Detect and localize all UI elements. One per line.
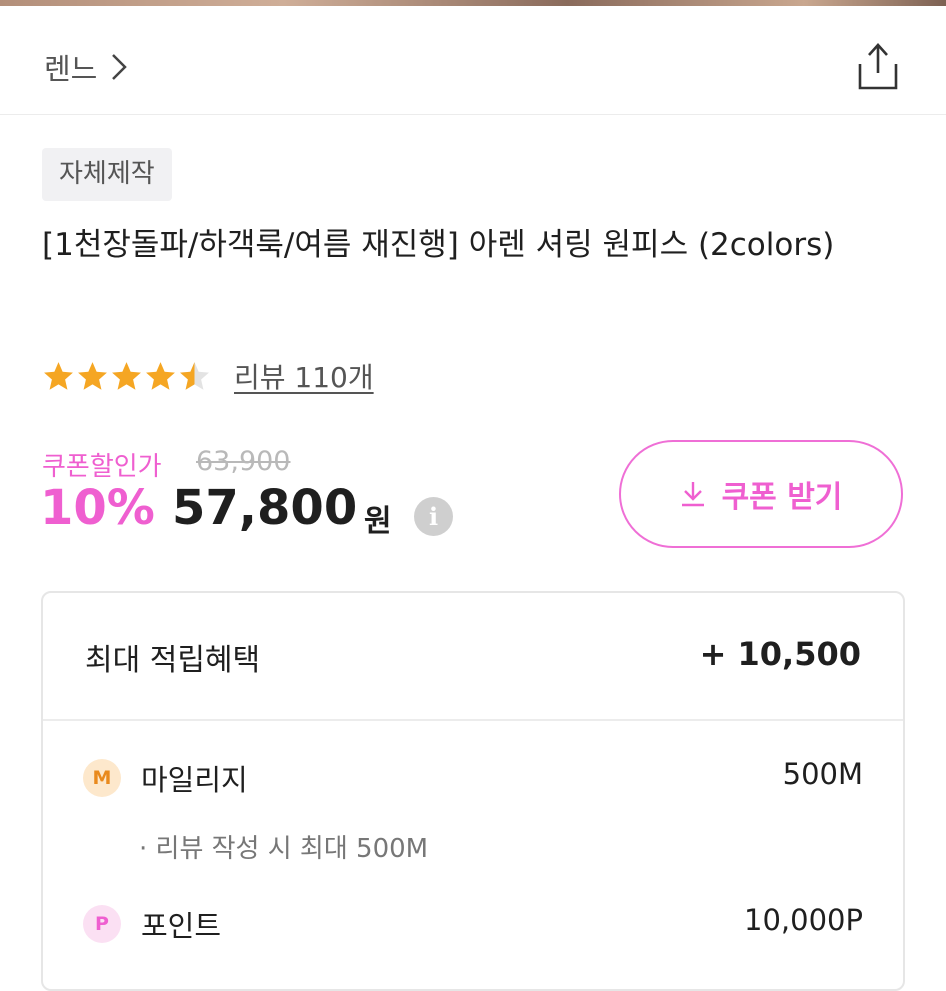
download-coupon-button[interactable]: 쿠폰 받기 [619,440,903,548]
point-value: 10,000P [744,903,863,937]
star-icon [112,361,141,390]
mileage-badge-icon: M [83,759,121,797]
mileage-label: 마일리지 [141,763,248,797]
rewards-card: 최대 적립혜택 + 10,500 M 마일리지 500M · 리뷰 작성 시 최… [41,591,905,991]
mileage-note: · 리뷰 작성 시 최대 500M [139,828,428,865]
half-star-icon [180,361,209,390]
mileage-note-text: 리뷰 작성 시 최대 500M [155,834,429,864]
chevron-right-icon [112,54,128,80]
currency-unit: 원 [364,504,392,539]
final-price: 57,800 [172,480,358,536]
info-icon[interactable]: i [414,497,453,536]
brand-link[interactable]: 렌느 [44,46,128,88]
coupon-button-label: 쿠폰 받기 [721,480,843,515]
discount-rate: 10% [40,480,155,536]
rewards-header: 최대 적립혜택 + 10,500 [43,593,903,721]
rewards-total: + 10,500 [699,635,861,673]
point-label: 포인트 [141,909,222,943]
mileage-value: 500M [782,757,863,791]
original-price: 63,900 [196,446,291,477]
mileage-row: M 마일리지 500M [83,757,863,799]
star-icon [78,361,107,390]
brand-name: 렌느 [44,52,98,86]
product-tag: 자체제작 [42,148,172,201]
rating-stars [42,360,212,393]
point-row: P 포인트 10,000P [83,903,863,945]
review-count-link[interactable]: 리뷰 110개 [234,356,374,396]
brand-header: 렌느 [0,6,946,115]
rewards-title: 최대 적립혜택 [85,643,261,678]
coupon-price-label: 쿠폰할인가 [42,452,162,482]
bullet: · [139,834,148,864]
product-title: [1천장돌파/하객룩/여름 재진행] 아렌 셔링 원피스 (2colors) [42,227,835,263]
share-icon[interactable] [855,42,901,92]
star-icon [146,361,175,390]
point-badge-icon: P [83,905,121,943]
rating-row: 리뷰 110개 [42,356,374,396]
download-icon [681,482,704,507]
star-icon [44,361,73,390]
